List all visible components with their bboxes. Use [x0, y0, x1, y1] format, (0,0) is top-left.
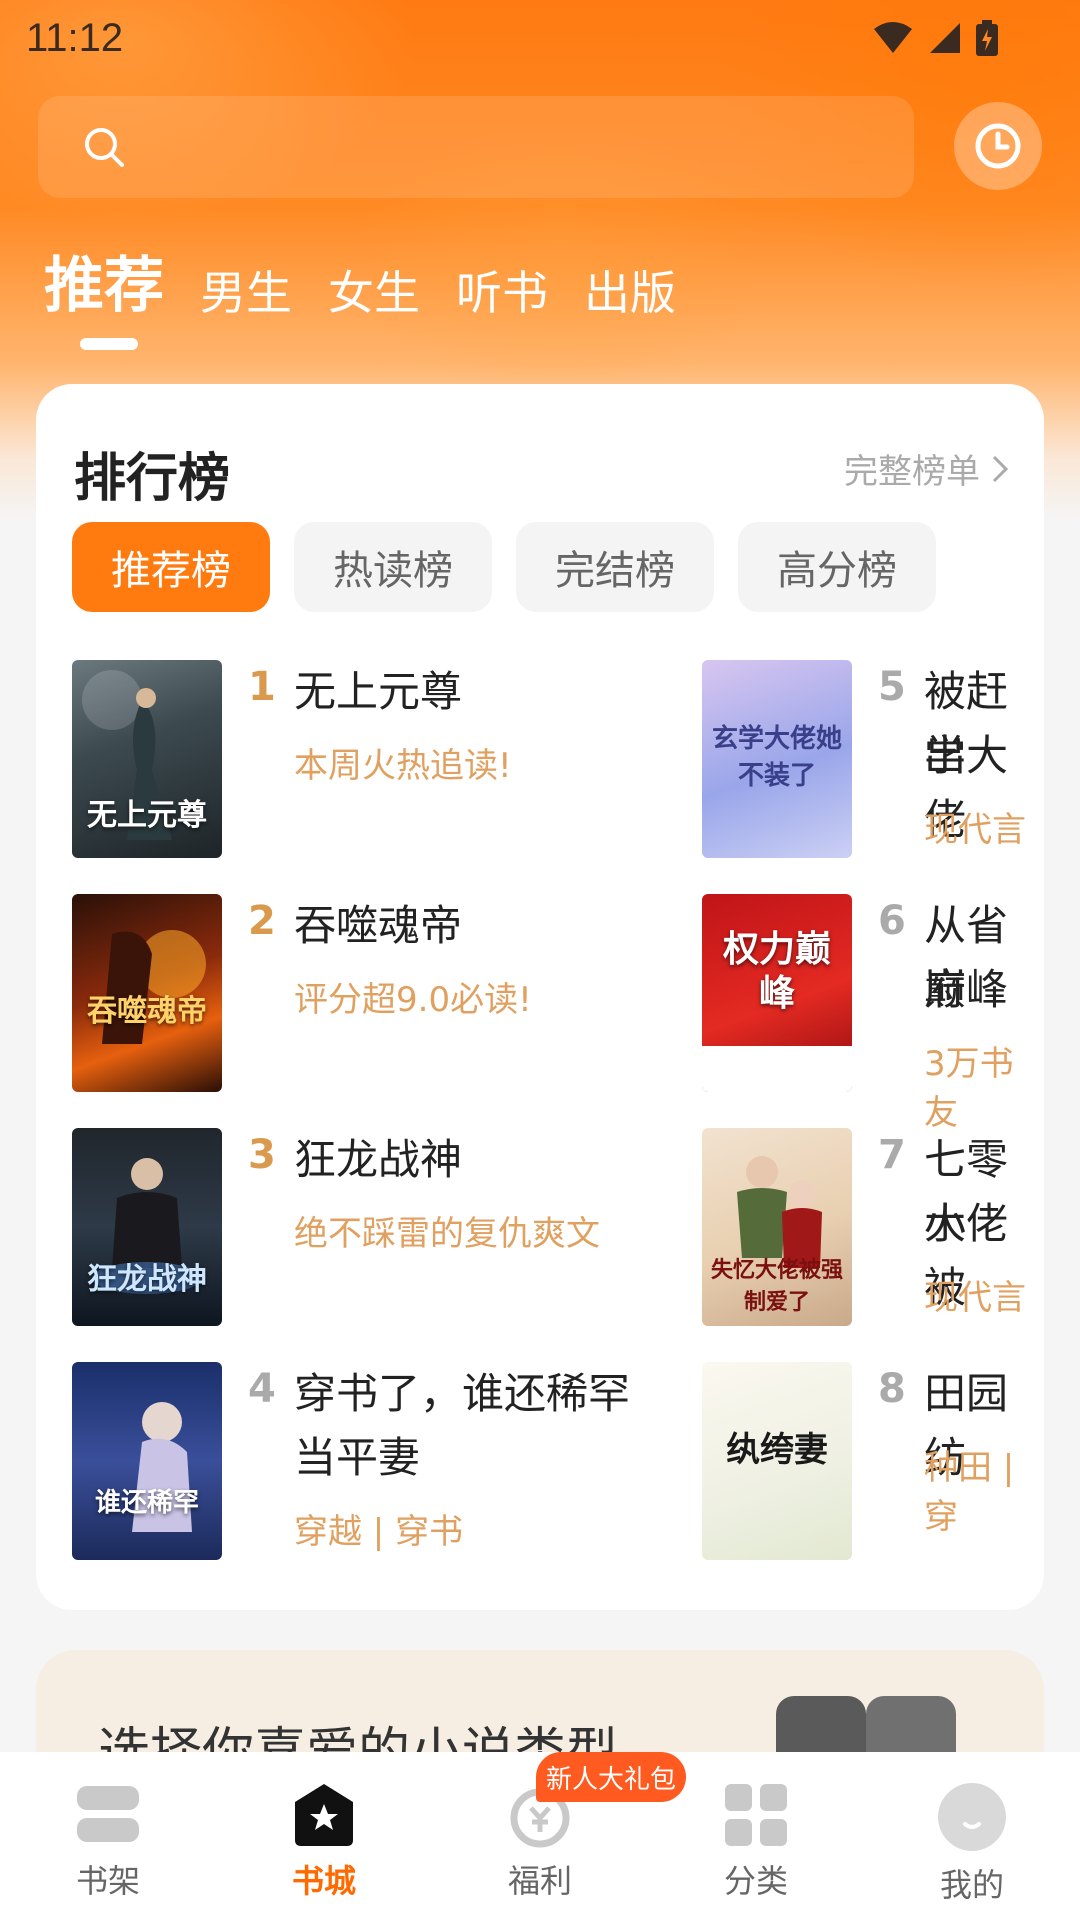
book-item[interactable]: 玄学大佬她不装了 5 被赶出 学大佬 现代言	[702, 660, 1044, 860]
book-title-line2: 当平妻	[294, 1433, 421, 1482]
tab-male[interactable]: 男生	[200, 270, 292, 316]
nav-label: 书架	[75, 1862, 140, 1900]
book-tag: 3万书友	[924, 1044, 1014, 1133]
full-ranking-link[interactable]: 完整榜单	[844, 444, 1010, 493]
ranking-tab-hot[interactable]: 热读榜	[294, 522, 492, 612]
book-tag: 现代言	[924, 810, 1026, 850]
status-bar: 11:12	[0, 0, 1080, 76]
cover-title: 无上元尊	[87, 798, 207, 833]
nav-label: 福利	[507, 1862, 572, 1900]
bookstore-icon	[295, 1784, 353, 1846]
grid-icon	[725, 1784, 787, 1846]
full-ranking-label: 完整榜单	[844, 452, 980, 492]
status-icons	[872, 20, 998, 56]
cover-title: 狂龙战神	[87, 1262, 207, 1297]
nav-label: 书城	[291, 1862, 356, 1900]
rank-number: 7	[878, 1132, 906, 1178]
book-item[interactable]: 吞噬魂帝 2 吞噬魂帝 评分超9.0必读!	[72, 894, 672, 1094]
book-cover: 狂龙战神	[72, 1128, 222, 1326]
nav-bookshelf[interactable]: 书架	[28, 1782, 188, 1902]
battery-icon	[976, 20, 998, 56]
book-title: 狂龙战神	[294, 1135, 463, 1184]
book-cover: 失忆大佬被强制爱了	[702, 1128, 852, 1326]
nav-categories[interactable]: 分类	[676, 1782, 836, 1902]
ranking-tabs: 推荐榜 热读榜 完结榜 高分榜	[72, 522, 936, 612]
ranking-tab-finished[interactable]: 完结榜	[516, 522, 714, 612]
tab-female[interactable]: 女生	[328, 270, 420, 316]
wifi-icon	[874, 22, 912, 53]
cover-title: 谁还稀罕	[94, 1488, 199, 1518]
ranking-tab-recommend[interactable]: 推荐榜	[72, 522, 270, 612]
rank-number: 2	[248, 898, 276, 944]
book-title-line1: 穿书了，谁还稀罕	[294, 1369, 631, 1418]
book-item[interactable]: 权力巅峰 6 从省府 巅峰 3万书友	[702, 894, 1044, 1133]
book-item[interactable]: 谁还稀罕 4 穿书了，谁还稀罕 当平妻 穿越 | 穿书	[72, 1362, 672, 1562]
rank-number: 6	[878, 898, 906, 944]
book-tag: 本周火热追读!	[294, 746, 512, 786]
nav-label: 我的	[939, 1866, 1004, 1904]
cover-title: 权力巅峰	[722, 929, 831, 1014]
tab-publish[interactable]: 出版	[584, 270, 676, 316]
book-cover: 无上元尊	[72, 660, 222, 858]
status-time: 11:12	[26, 15, 124, 60]
new-user-gift-badge[interactable]: 新人大礼包	[536, 1752, 686, 1802]
book-title-line2: 巅峰	[924, 965, 1009, 1014]
nav-label: 分类	[723, 1862, 788, 1900]
rank-number: 4	[248, 1366, 276, 1412]
tab-recommend[interactable]: 推荐	[44, 256, 164, 316]
book-tag: 穿越 | 穿书	[294, 1512, 464, 1552]
clock-icon	[975, 123, 1021, 169]
book-title: 无上元尊	[294, 667, 463, 716]
rank-number: 5	[878, 664, 906, 710]
category-tabs: 推荐 男生 女生 听书 出版	[44, 236, 676, 316]
chevron-right-icon	[992, 455, 1009, 482]
cover-title: 纨绔妻	[726, 1430, 828, 1470]
book-cover: 玄学大佬她不装了	[702, 660, 852, 858]
tab-indicator	[80, 338, 138, 350]
ranking-card: 排行榜 完整榜单 推荐榜 热读榜 完结榜 高分榜 无上元尊 1 无上元尊 本周火…	[36, 384, 1044, 1610]
book-item[interactable]: 失忆大佬被强制爱了 7 七零小 大佬被 现代言	[702, 1128, 1044, 1328]
book-item[interactable]: 狂龙战神 3 狂龙战神 绝不踩雷的复仇爽文	[72, 1128, 672, 1328]
book-tag: 绝不踩雷的复仇爽文	[294, 1214, 600, 1254]
book-cover: 吞噬魂帝	[72, 894, 222, 1092]
book-item[interactable]: 无上元尊 1 无上元尊 本周火热追读!	[72, 660, 672, 860]
cover-title: 失忆大佬被强制爱了	[710, 1258, 843, 1315]
search-bar[interactable]	[38, 96, 914, 198]
tab-audiobook[interactable]: 听书	[456, 270, 548, 316]
rank-number: 1	[248, 664, 276, 710]
book-cover: 谁还稀罕	[72, 1362, 222, 1560]
book-item[interactable]: 纨绔妻 8 田园纺 种田 | 穿	[702, 1362, 1044, 1562]
nav-profile[interactable]: 我的	[892, 1782, 1052, 1906]
ranking-title: 排行榜	[74, 449, 231, 509]
book-tag: 种田 | 穿	[924, 1448, 1015, 1537]
rank-number: 8	[878, 1366, 906, 1412]
book-cover: 权力巅峰	[702, 894, 852, 1092]
cover-title: 玄学大佬她不装了	[711, 724, 842, 791]
cover-title: 吞噬魂帝	[87, 994, 207, 1029]
book-tag: 现代言	[924, 1278, 1026, 1318]
search-icon	[85, 128, 124, 167]
signal-icon	[930, 23, 960, 53]
nav-bookstore[interactable]: 书城	[244, 1782, 404, 1902]
history-button[interactable]	[954, 102, 1042, 190]
book-title: 吞噬魂帝	[294, 901, 463, 950]
bookshelf-icon	[77, 1786, 139, 1842]
ranking-tab-highscore[interactable]: 高分榜	[738, 522, 936, 612]
book-tag: 评分超9.0必读!	[294, 980, 532, 1020]
rank-number: 3	[248, 1132, 276, 1178]
profile-icon	[938, 1783, 1006, 1851]
book-cover: 纨绔妻	[702, 1362, 852, 1560]
